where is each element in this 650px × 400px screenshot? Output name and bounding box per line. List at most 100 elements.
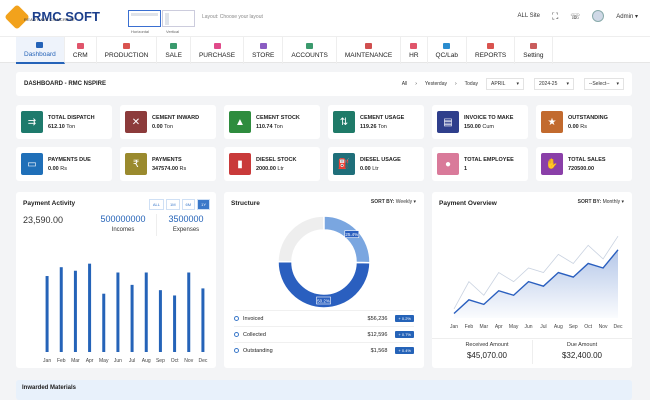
- menu-item-qc-lab[interactable]: QC/Lab: [428, 37, 467, 64]
- filter-yesterday[interactable]: Yesterday: [421, 79, 451, 89]
- kpi-card-cement-stock[interactable]: ▲ CEMENT STOCK 110.74 Ton: [224, 105, 320, 139]
- sort-label: SORT BY:: [370, 199, 395, 205]
- kpi-card-payments[interactable]: ₹ PAYMENTS 347574.00 Rs: [120, 147, 216, 181]
- kpi-card-diesel-usage[interactable]: ⛽ DIESEL USAGE 0.00 Ltr: [328, 147, 424, 181]
- kpi-value: 119.26: [360, 123, 377, 130]
- incomes-value: 500000000: [100, 214, 146, 224]
- kpi-title: CEMENT USAGE: [360, 114, 405, 121]
- menu-item-maintenance[interactable]: MAINTENANCE: [337, 37, 402, 64]
- kpi-card-invoice-to-make[interactable]: ▤ INVOICE TO MAKE 150.00 Cum: [432, 105, 528, 139]
- fullscreen-icon[interactable]: ⛶: [552, 11, 558, 22]
- x-tick-label: Dec: [614, 324, 623, 330]
- logo-subtitle: READY MIX CONCRETE: [24, 17, 75, 22]
- bar-aug: [144, 272, 148, 352]
- fuel-icon: ▮: [229, 153, 251, 175]
- x-tick-label: Jul: [129, 358, 135, 364]
- rupee-icon: ₹: [125, 153, 147, 175]
- change-badge: + 0.4%: [395, 347, 414, 354]
- x-tick-label: Dec: [198, 358, 207, 364]
- filter-today[interactable]: Today: [461, 79, 482, 89]
- avatar[interactable]: [592, 10, 605, 22]
- sort-by-dropdown[interactable]: SORT BY: Weekly ▾: [371, 199, 416, 205]
- panel-title: Payment Activity: [23, 200, 76, 207]
- kpi-value: 0.00: [568, 123, 579, 130]
- menu-icon: [76, 42, 84, 49]
- menu-item-setting[interactable]: Setting: [515, 37, 553, 64]
- structure-row: Invoiced $56,236 + 0.2%: [234, 310, 414, 326]
- kpi-card-cement-usage[interactable]: ⇅ CEMENT USAGE 119.26 Ton: [328, 105, 424, 139]
- kpi-card-cement-inward[interactable]: ✕ CEMENT INWARD 0.00 Ton: [120, 105, 216, 139]
- menu-label: QC/Lab: [435, 51, 458, 59]
- kpi-unit: Rs: [580, 123, 587, 130]
- layout-hint: Layout: Choose your layout: [202, 14, 263, 20]
- x-tick-label: Feb: [57, 358, 66, 364]
- layout-vertical-label: Vertical: [166, 29, 180, 34]
- menu-item-crm[interactable]: CRM: [65, 37, 97, 64]
- range-1y-button[interactable]: 1Y: [197, 199, 210, 210]
- change-badge: + 0.2%: [395, 315, 414, 322]
- kpi-title: TOTAL DISPATCH: [48, 114, 95, 121]
- kpi-unit: Cum: [482, 123, 494, 130]
- menu-item-hr[interactable]: HR: [401, 37, 428, 64]
- menu-label: ACCOUNTS: [291, 51, 328, 59]
- hand-money-icon: ✋: [541, 153, 563, 175]
- kpi-card-outstanding[interactable]: ★ OUTSTANDING 0.00 Rs: [536, 105, 632, 139]
- due-label: Due Amount: [566, 342, 598, 348]
- chevron-down-icon: ▾: [566, 81, 569, 87]
- menu-label: SALE: [165, 51, 182, 59]
- kpi-value: 150.00: [464, 123, 481, 130]
- filter-all[interactable]: All: [398, 79, 412, 89]
- x-tick-label: Mar: [480, 324, 489, 330]
- top-bar: RMC SOFT READY MIX CONCRETE Horizontal V…: [0, 0, 650, 36]
- received-label: Received Amount: [465, 342, 509, 348]
- range-6m-button[interactable]: 6M: [181, 199, 196, 210]
- menu-icon: [443, 42, 451, 49]
- layout-vertical-option[interactable]: [162, 10, 195, 27]
- x-tick-label: Apr: [495, 324, 503, 330]
- year-select[interactable]: 2024-25 ▾: [534, 78, 574, 90]
- menu-item-sale[interactable]: SALE: [157, 37, 191, 64]
- kpi-card-total-employee[interactable]: ● TOTAL EMPLOYEE 1: [432, 147, 528, 181]
- layout-horizontal-label: Horizontal: [131, 29, 150, 34]
- menu-item-accounts[interactable]: ACCOUNTS: [283, 37, 337, 64]
- kpi-card-diesel-stock[interactable]: ▮ DIESEL STOCK 2000.00 Ltr: [224, 147, 320, 181]
- slice-label: 25.4%: [345, 232, 358, 237]
- layout-horizontal-option[interactable]: [128, 10, 161, 27]
- total-value: 23,590.00: [23, 215, 64, 225]
- filter-select[interactable]: --Select-- ▾: [584, 78, 624, 90]
- kpi-unit: Rs: [60, 165, 67, 172]
- month-select[interactable]: APRIL ▾: [486, 78, 524, 90]
- user-menu[interactable]: Admin ▾: [616, 13, 638, 20]
- payment-overview-panel: Payment Overview SORT BY: Monthly ▾ Jan F…: [432, 192, 632, 368]
- menu-icon: [529, 42, 537, 49]
- x-tick-label: Nov: [184, 358, 193, 364]
- x-tick-label: Jan: [450, 324, 458, 330]
- range-1m-button[interactable]: 1M: [165, 199, 180, 210]
- bar-jun: [116, 272, 120, 352]
- menu-item-reports[interactable]: REPORTS: [467, 37, 516, 64]
- bar-jul: [130, 284, 134, 352]
- menu-item-purchase[interactable]: PURCHASE: [191, 37, 245, 64]
- x-tick-label: Jan: [43, 358, 51, 364]
- expenses-value: 3500000: [168, 214, 204, 224]
- panel-title: Inwarded Materials: [22, 385, 77, 391]
- site-selector[interactable]: ALL Site: [518, 13, 540, 19]
- notification-icon[interactable]: ☏: [570, 12, 580, 21]
- main-menu: Dashboard CRM PRODUCTION SALE PURCHASE STORE A…: [0, 36, 650, 64]
- kpi-title: PAYMENTS DUE: [48, 156, 91, 163]
- kpi-title: DIESEL USAGE: [360, 156, 401, 163]
- range-all-button[interactable]: ALL: [148, 199, 164, 210]
- menu-item-production[interactable]: PRODUCTION: [97, 37, 158, 64]
- menu-item-store[interactable]: STORE: [244, 37, 284, 64]
- kpi-card-total-sales[interactable]: ✋ TOTAL SALES 720500.00: [536, 147, 632, 181]
- kpi-title: CEMENT INWARD: [152, 114, 200, 121]
- kpi-unit: Ton: [273, 123, 283, 130]
- page-title: DASHBOARD - RMC NSPIRE: [24, 81, 107, 87]
- menu-item-dashboard[interactable]: Dashboard: [16, 37, 65, 64]
- kpi-card-total-dispatch[interactable]: ⇉ TOTAL DISPATCH 612.10 Ton: [16, 105, 112, 139]
- sort-by-dropdown[interactable]: SORT BY: Monthly ▾: [578, 199, 624, 205]
- kpi-card-payments-due[interactable]: ▭ PAYMENTS DUE 0.00 Rs: [16, 147, 112, 181]
- x-tick-label: Jun: [114, 358, 122, 364]
- payment-overview-area-chart: Jan Feb Mar Apr May Jun Jul Aug Sep Oct Nov Dec: [450, 235, 623, 330]
- kpi-title: TOTAL EMPLOYEE: [464, 156, 514, 163]
